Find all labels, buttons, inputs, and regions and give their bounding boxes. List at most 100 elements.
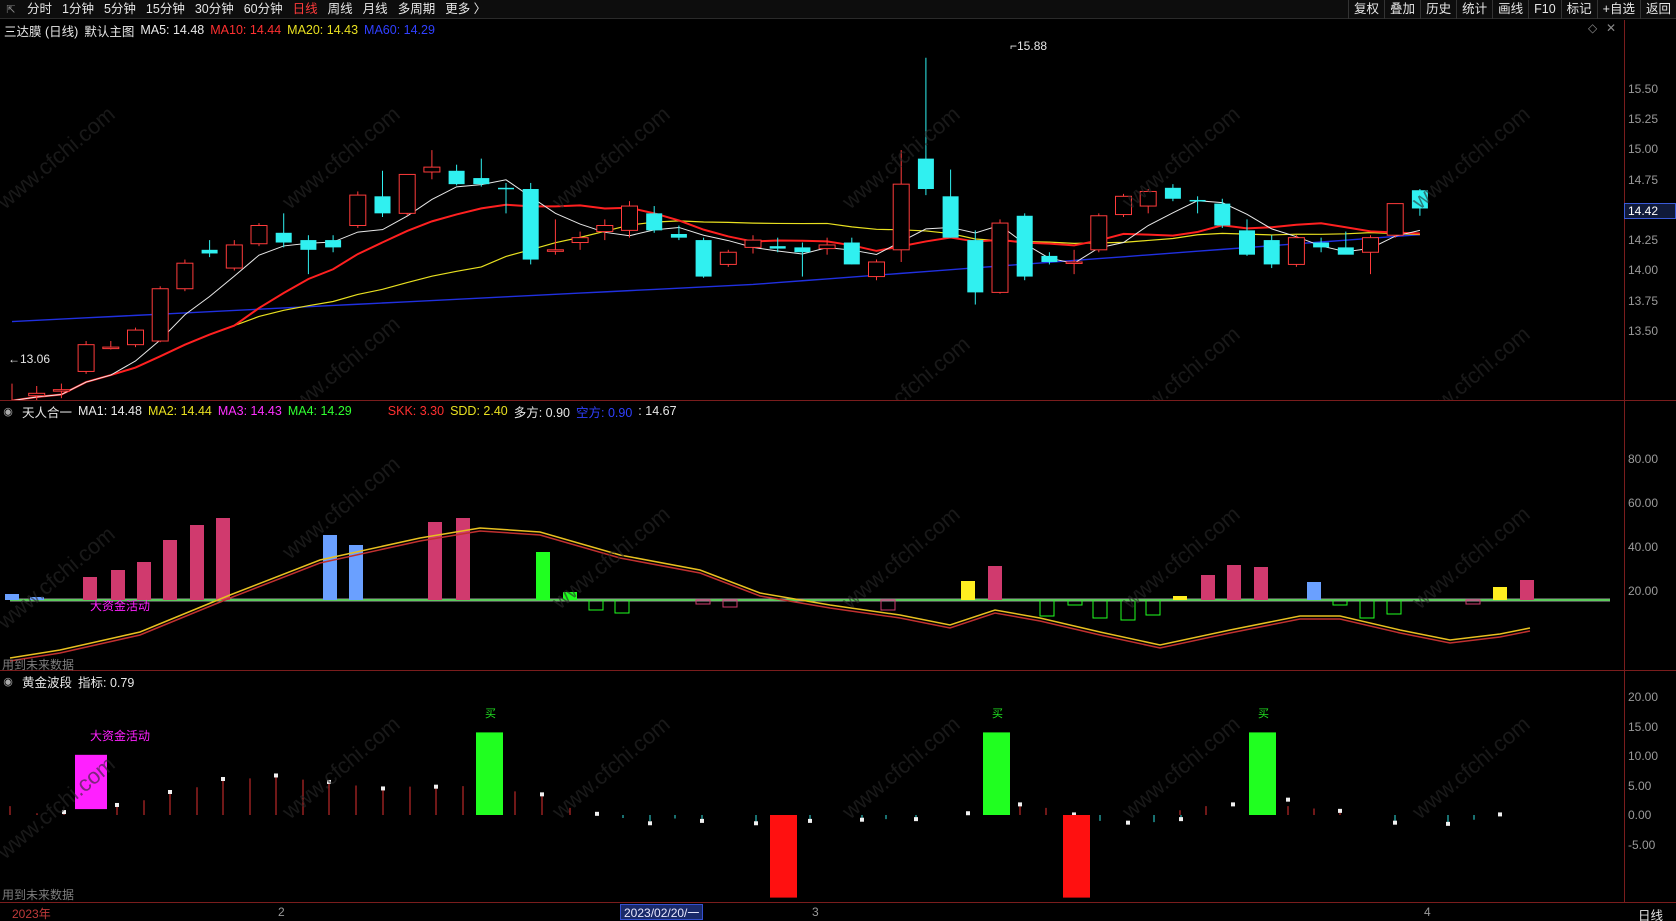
restore-rights-button[interactable]: 复权 xyxy=(1348,0,1384,19)
buy-marker: 买 xyxy=(1258,707,1269,720)
candle-body xyxy=(398,173,416,214)
watermark: www.cfchi.com xyxy=(276,311,404,400)
candle-body xyxy=(1189,199,1206,202)
y-tick-label: 15.25 xyxy=(1628,112,1659,126)
add-watchlist-button[interactable]: +自选 xyxy=(1596,0,1640,19)
indicator1-bar xyxy=(111,570,125,600)
candle-body xyxy=(225,244,243,269)
indicator2-dot xyxy=(1498,812,1502,817)
indicator2-name[interactable]: 黄金波段 xyxy=(22,672,72,691)
candle-body xyxy=(1239,230,1255,255)
top-toolbar: ⇱ 分时 1分钟 5分钟 15分钟 30分钟 60分钟 日线 周线 月线 多周期… xyxy=(0,0,1676,19)
overlay-button[interactable]: 叠加 xyxy=(1384,0,1420,19)
candle-body xyxy=(1313,242,1330,248)
indicator2-dot xyxy=(1393,820,1397,825)
indicator2-dot xyxy=(700,818,704,823)
indicator1-extra: : 14.67 xyxy=(638,404,677,418)
candle-body xyxy=(77,344,95,372)
indicator1-bar xyxy=(1092,599,1108,619)
tab-more[interactable]: 更多 〉 xyxy=(440,0,491,19)
collapse-icon[interactable]: ◉ xyxy=(0,405,16,418)
tab-weekly[interactable]: 周线 xyxy=(323,0,358,19)
indicator2-dot xyxy=(648,821,652,826)
back-button[interactable]: 返回 xyxy=(1639,0,1676,19)
period-label[interactable]: 日线 xyxy=(1638,905,1663,921)
candle-body xyxy=(1164,187,1181,199)
tab-15min[interactable]: 15分钟 xyxy=(141,0,190,19)
indicator2-dot xyxy=(808,818,812,823)
tab-multi-period[interactable]: 多周期 xyxy=(393,0,441,19)
date-label: 3 xyxy=(812,905,819,919)
watermark: www.cfchi.com xyxy=(276,711,404,824)
statistics-button[interactable]: 统计 xyxy=(1456,0,1492,19)
candle-body xyxy=(423,166,441,173)
indicator1-ma1: MA1: 14.48 xyxy=(78,404,142,418)
history-button[interactable]: 历史 xyxy=(1420,0,1456,19)
indicator1-bar xyxy=(137,562,151,600)
indicator1-bar xyxy=(1039,599,1055,617)
current-price-badge: 14.42 xyxy=(1624,203,1676,219)
axis-separator xyxy=(1624,20,1625,902)
candle-body xyxy=(176,262,194,290)
indicator1-bar xyxy=(1359,599,1375,619)
y-tick-label: 15.00 xyxy=(1628,142,1659,156)
candle-body xyxy=(571,237,589,244)
candle-body xyxy=(868,261,885,278)
indicator1-sdd: SDD: 2.40 xyxy=(450,404,508,418)
indicator2-dot xyxy=(274,773,278,778)
candlestick-chart[interactable]: ⌐15.88 ←13.06 www.cfchi.com www.cfchi.com ww… xyxy=(0,20,1624,400)
candle-body xyxy=(794,247,811,253)
tab-30min[interactable]: 30分钟 xyxy=(190,0,239,19)
indicator2-dot xyxy=(966,811,970,816)
candle-body xyxy=(151,288,169,342)
tab-1min[interactable]: 1分钟 xyxy=(57,0,99,19)
panel-divider xyxy=(0,670,1676,671)
tab-monthly[interactable]: 月线 xyxy=(358,0,393,19)
draw-line-button[interactable]: 画线 xyxy=(1492,0,1528,19)
mark-button[interactable]: 标记 xyxy=(1560,0,1597,19)
indicator1-bar xyxy=(1307,582,1321,600)
tab-daily[interactable]: 日线 xyxy=(288,0,323,19)
resize-icon[interactable]: ⇱ xyxy=(0,0,22,19)
y-tick-label: 15.50 xyxy=(1628,82,1659,96)
date-label: 2 xyxy=(278,905,285,919)
candle-body xyxy=(1337,247,1354,255)
buy-signal-bar xyxy=(1249,732,1276,815)
f10-button[interactable]: F10 xyxy=(1528,0,1561,19)
y-tick-label: 14.00 xyxy=(1628,263,1659,277)
indicator1-chart[interactable]: 大资金活动www.cfchi.comwww.cfchi.com www.cfchi… xyxy=(0,420,1624,670)
tab-fenshi[interactable]: 分时 xyxy=(22,0,57,19)
indicator2-dot xyxy=(1338,808,1342,813)
indicator1-skk: SKK: 3.30 xyxy=(387,404,445,418)
candle-body xyxy=(275,232,292,243)
tab-5min[interactable]: 5分钟 xyxy=(99,0,141,19)
indicator2-chart[interactable]: 买 买 买大资金活动 www.cfchi.com www.cfchi.com www.cf… xyxy=(0,690,1624,902)
y-tick-label: 13.75 xyxy=(1628,294,1659,308)
date-cursor-label: 2023/02/20/一 xyxy=(620,904,704,920)
indicator1-ma2: MA2: 14.44 xyxy=(147,404,212,418)
indicator2-dot xyxy=(434,784,438,789)
candle-body xyxy=(300,240,317,250)
candle-body xyxy=(473,178,490,185)
indicator1-bar xyxy=(1227,565,1241,600)
y-tick-label: 40.00 xyxy=(1628,540,1659,554)
y-tick-label: 0.00 xyxy=(1628,808,1652,822)
candle-body xyxy=(325,240,342,248)
indicator1-name[interactable]: 天人合一 xyxy=(22,402,72,421)
y-tick-label: 13.50 xyxy=(1628,324,1659,338)
tab-60min[interactable]: 60分钟 xyxy=(239,0,288,19)
buy-signal-bar xyxy=(476,732,503,815)
indicator1-short: 空方: 0.90 xyxy=(576,405,633,420)
y-tick-label: 10.00 xyxy=(1628,749,1659,763)
indicator1-ma3: MA3: 14.43 xyxy=(217,404,282,418)
candle-body xyxy=(1263,240,1280,265)
candle-body xyxy=(546,249,564,252)
indicator2-header: ◉ 黄金波段 指标: 0.79 xyxy=(0,672,140,690)
indicator1-bar xyxy=(1254,567,1268,600)
candle-body xyxy=(1362,237,1379,253)
buy-marker: 买 xyxy=(485,707,496,720)
collapse-icon[interactable]: ◉ xyxy=(0,675,16,688)
candle-body xyxy=(448,170,465,185)
indicator1-long: 多方: 0.90 xyxy=(513,405,571,420)
watermark: www.cfchi.com xyxy=(0,101,120,214)
